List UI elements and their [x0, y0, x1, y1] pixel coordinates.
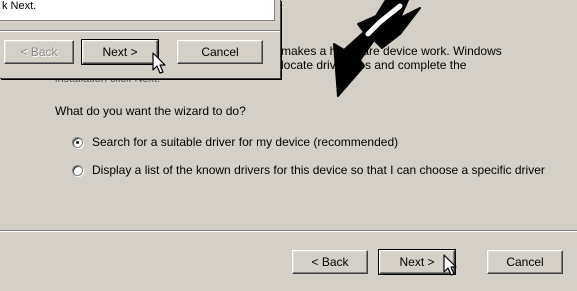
mouse-cursor-icon: [443, 254, 457, 276]
wizard-question: What do you want the wizard to do?: [55, 104, 246, 118]
overlay-cancel-button[interactable]: Cancel: [177, 40, 263, 64]
back-button[interactable]: < Back: [292, 250, 368, 274]
radio-search-driver[interactable]: [72, 137, 83, 148]
option-display-list-label: Display a list of the known drivers for …: [92, 163, 545, 177]
mouse-cursor-icon: [152, 52, 166, 74]
overlay-dialog-snapshot: k Next. < Back Next > Cancel: [0, 0, 281, 79]
cancel-button[interactable]: Cancel: [487, 250, 563, 274]
overlay-content-area: k Next.: [0, 0, 275, 21]
overlay-caption: k Next.: [2, 0, 37, 12]
radio-display-list[interactable]: [72, 165, 83, 176]
overlay-back-button[interactable]: < Back: [4, 40, 74, 64]
option-search-driver[interactable]: Search for a suitable driver for my devi…: [72, 136, 552, 149]
pointer-arrow-icon: [333, 0, 421, 97]
overlay-divider: [0, 30, 280, 32]
overlay-next-button[interactable]: Next >: [81, 39, 159, 65]
option-display-list[interactable]: Display a list of the known drivers for …: [72, 164, 562, 177]
option-search-driver-label: Search for a suitable driver for my devi…: [92, 135, 399, 149]
wizard-divider: [0, 230, 577, 232]
